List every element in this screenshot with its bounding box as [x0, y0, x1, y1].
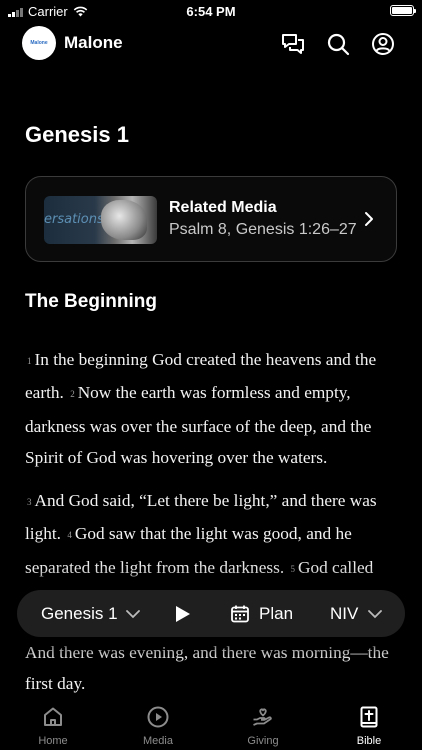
tab-label: Media — [143, 735, 173, 747]
version-selector-label: NIV — [330, 603, 359, 623]
section-heading: The Beginning — [25, 291, 157, 312]
profile-icon[interactable] — [370, 31, 396, 57]
thumbnail-text: ersations — [44, 212, 104, 227]
play-audio-button[interactable] — [175, 590, 191, 637]
calendar-icon — [231, 605, 249, 622]
tab-label: Giving — [247, 735, 279, 747]
plan-label: Plan — [259, 603, 294, 623]
verse-number[interactable]: 3 — [27, 497, 32, 507]
verse-number[interactable]: 2 — [70, 389, 75, 399]
chapter-selector[interactable]: Genesis 1 — [41, 590, 141, 637]
reading-plan-button[interactable]: Plan — [230, 590, 293, 637]
verse-text[interactable]: Now the earth was formless and empty, da… — [25, 383, 371, 467]
version-selector[interactable]: NIV — [330, 590, 383, 637]
tab-label: Home — [38, 735, 68, 747]
search-icon[interactable] — [325, 31, 351, 57]
app-header: Malone Malone — [0, 26, 422, 62]
tab-giving[interactable]: Giving — [228, 705, 298, 747]
verse-text[interactable]: God called — [298, 558, 373, 577]
tab-label: Bible — [356, 735, 382, 747]
reader-toolbar: Genesis 1 Plan NIV — [17, 590, 405, 637]
verse-number[interactable]: 5 — [290, 564, 295, 574]
chevron-down-icon — [368, 609, 383, 618]
chevron-right-icon — [365, 212, 373, 226]
paragraph: 1 In the beginning God created the heaven… — [25, 344, 403, 473]
verse-number[interactable]: 4 — [67, 530, 72, 540]
related-media-card[interactable]: ersations Related Media Psalm 8, Genesis… — [25, 176, 397, 262]
chapter-selector-label: Genesis 1 — [41, 603, 118, 623]
giving-hand-icon — [253, 708, 272, 726]
battery-icon — [390, 5, 416, 16]
paragraph: 3 And God said, “Let there be light,” and… — [25, 485, 403, 585]
tab-home[interactable]: Home — [18, 705, 88, 747]
play-icon — [176, 605, 190, 622]
home-icon — [44, 707, 62, 726]
related-media-thumbnail: ersations — [44, 196, 157, 244]
related-media-label: Related Media — [169, 199, 277, 216]
chat-icon[interactable] — [280, 31, 306, 57]
scripture-text: 1 In the beginning God created the heaven… — [25, 344, 403, 597]
tab-bible[interactable]: Bible — [334, 705, 404, 747]
avatar-logo-text: Malone — [30, 40, 48, 46]
praying-hands-image — [101, 200, 147, 240]
related-media-references: Psalm 8, Genesis 1:26–27 — [169, 221, 357, 238]
chapter-title: Genesis 1 — [25, 122, 129, 147]
status-time: 6:54 PM — [186, 4, 236, 19]
church-logo-avatar[interactable]: Malone — [22, 26, 56, 60]
tab-media[interactable]: Media — [123, 705, 193, 747]
tab-bar: Home Media Giving Bible — [0, 697, 422, 750]
play-circle-icon — [147, 706, 169, 728]
verse-text[interactable]: And there was evening, and there was mor… — [25, 637, 403, 700]
status-bar: Carrier 6:54 PM — [0, 0, 422, 22]
chevron-down-icon — [125, 609, 140, 618]
verse-number[interactable]: 1 — [27, 356, 32, 366]
app-name: Malone — [64, 33, 123, 52]
bible-icon — [360, 706, 378, 728]
